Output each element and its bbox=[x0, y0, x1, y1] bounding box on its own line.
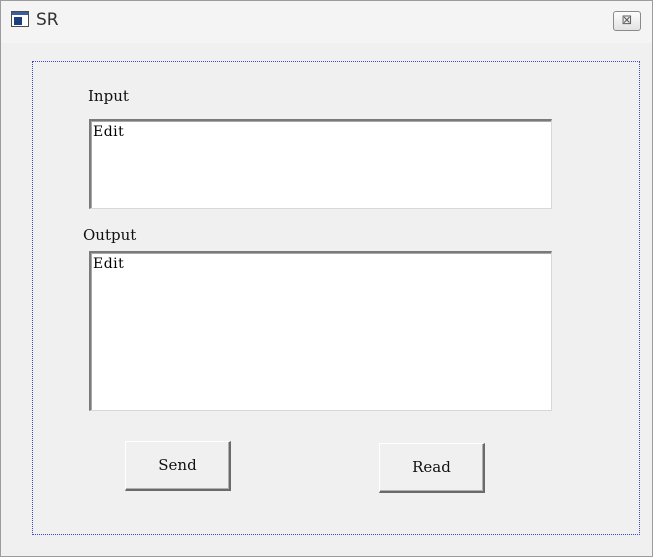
window-title: SR bbox=[36, 10, 59, 30]
output-edit-field[interactable]: Edit bbox=[89, 251, 552, 411]
send-button[interactable]: Send bbox=[125, 441, 231, 491]
read-button[interactable]: Read bbox=[379, 443, 485, 493]
title-bar[interactable]: SR ⊠ bbox=[1, 1, 652, 43]
output-edit-value: Edit bbox=[93, 256, 125, 272]
app-window-icon bbox=[11, 11, 29, 27]
sr-dialog-window: SR ⊠ Input Edit Output Edit Send Read bbox=[0, 0, 653, 557]
input-label: Input bbox=[88, 87, 129, 105]
input-edit-value: Edit bbox=[93, 124, 125, 140]
output-label: Output bbox=[83, 226, 137, 244]
close-button[interactable]: ⊠ bbox=[613, 11, 641, 31]
input-edit-field[interactable]: Edit bbox=[89, 119, 552, 209]
close-icon: ⊠ bbox=[621, 13, 633, 28]
